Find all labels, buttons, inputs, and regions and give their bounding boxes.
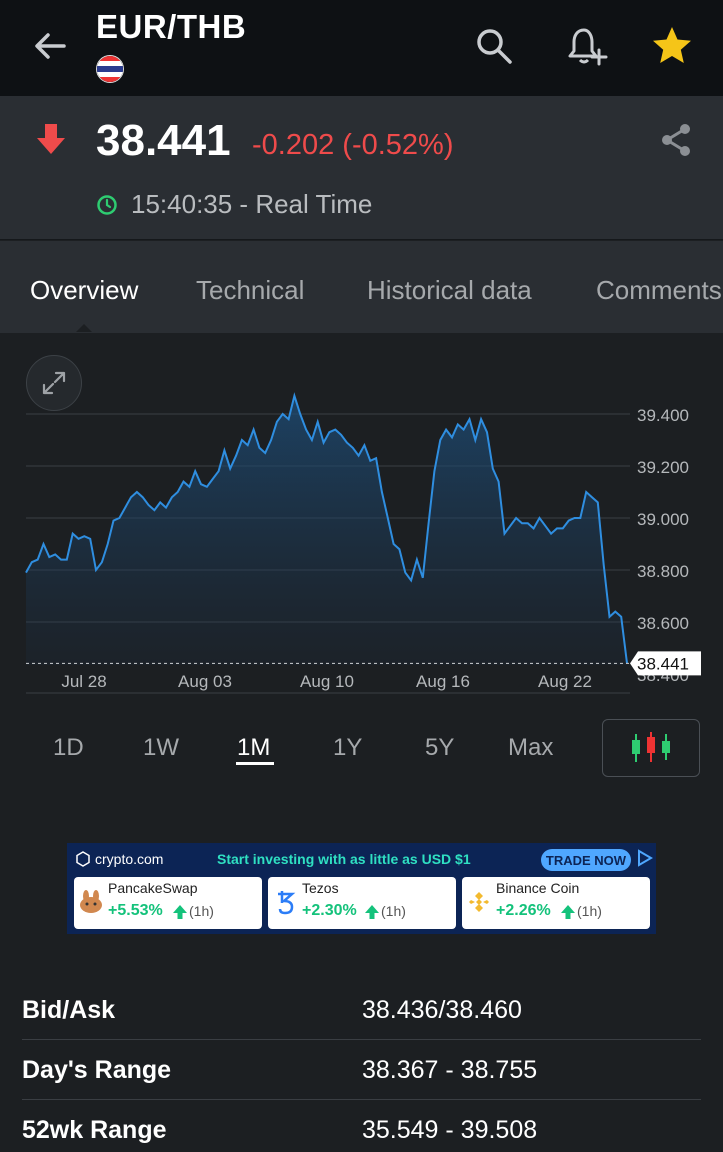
y-tick-label: 39.400 [637,406,689,425]
up-arrow-icon [365,905,379,919]
range-5y[interactable]: 5Y [425,734,454,762]
price-change: -0.202 (-0.52%) [252,129,454,161]
key-stats: Bid/Ask 38.436/38.460 Day's Range 38.367… [0,980,723,1152]
y-tick-label: 38.800 [637,562,689,581]
stat-label: Bid/Ask [22,996,116,1024]
stat-label: 52wk Range [22,1116,167,1144]
binance-coin-icon [469,892,489,912]
stat-row: 52wk Range 35.549 - 39.508 [22,1100,701,1152]
coin-period: (1h) [577,903,602,919]
bell-plus-icon [568,28,608,66]
candlestick-icon [632,732,670,762]
stat-value: 35.549 - 39.508 [362,1116,538,1144]
instrument-title: EUR/THB [96,8,247,45]
last-value-label: 38.441 [637,654,689,673]
expand-chart-button[interactable] [26,355,82,411]
favorite-button[interactable] [648,22,696,70]
add-alert-button[interactable] [562,22,610,70]
tezos-icon [278,891,296,915]
tab-historical-data[interactable]: Historical data [367,275,532,306]
stat-row: Day's Range 38.367 - 38.755 [22,1040,701,1100]
search-icon [477,29,512,64]
up-arrow-icon [173,905,187,919]
coin-change: +2.30% [302,902,357,919]
down-arrow-icon [37,124,65,154]
section-tabs: Overview Technical Historical data Comme… [0,241,723,333]
active-tab-indicator [76,324,92,332]
share-icon[interactable] [658,122,694,158]
last-price: 38.441 [96,116,231,165]
expand-icon [42,371,66,395]
stat-value: 38.367 - 38.755 [362,1056,538,1084]
x-tick-label: Aug 10 [300,672,354,691]
y-tick-label: 38.600 [637,614,689,633]
ad-coin-card[interactable]: Tezos +2.30% (1h) [268,877,456,929]
x-tick-label: Aug 03 [178,672,232,691]
tab-overview[interactable]: Overview [30,275,138,306]
pancakeswap-icon [80,890,102,913]
coin-change: +5.53% [108,902,163,919]
stat-value: 38.436/38.460 [362,996,522,1024]
clock-icon [97,195,117,215]
ad-coin-card[interactable]: Binance Coin +2.26% (1h) [462,877,650,929]
range-max[interactable]: Max [508,734,553,762]
coin-name: Binance Coin [496,880,580,896]
ad-coin-card[interactable]: PancakeSwap +5.53% (1h) [74,877,262,929]
quote-time: 15:40:35 - Real Time [131,189,373,219]
stat-row: Bid/Ask 38.436/38.460 [22,980,701,1040]
coin-change: +2.26% [496,902,551,919]
range-1m[interactable]: 1M [237,734,270,762]
back-button[interactable] [30,26,74,66]
coin-period: (1h) [189,903,214,919]
range-1y[interactable]: 1Y [333,734,362,762]
coin-period: (1h) [381,903,406,919]
x-tick-label: Jul 28 [61,672,106,691]
chart-svg: 39.40039.20039.00038.80038.60038.400Jul … [25,392,701,694]
tab-comments[interactable]: Comments [596,275,722,306]
ad-trade-now-button[interactable]: TRADE NOW [541,849,631,871]
crypto-com-logo-icon [76,851,90,867]
thailand-flag-icon [96,55,124,83]
x-tick-label: Aug 16 [416,672,470,691]
coin-name: Tezos [302,880,339,896]
range-1d[interactable]: 1D [53,734,84,762]
ad-brand: crypto.com [75,851,163,867]
active-range-underline [236,762,274,765]
ad-brand-text: crypto.com [95,851,164,867]
y-tick-label: 39.200 [637,458,689,477]
coin-name: PancakeSwap [108,880,198,896]
range-1w[interactable]: 1W [143,734,179,762]
ad-tagline: Start investing with as little as USD $1 [217,851,471,867]
back-arrow-icon [35,33,66,59]
ad-choices-icon[interactable] [637,849,653,867]
ad-banner[interactable]: crypto.com Start investing with as littl… [67,843,656,934]
stat-label: Day's Range [22,1056,172,1084]
candlestick-toggle-button[interactable] [602,719,700,777]
y-tick-label: 39.000 [637,510,689,529]
tab-technical[interactable]: Technical [196,275,304,306]
price-chart[interactable]: 39.400 39.200 39.000 38.800 38.600 38.400 Jul … [0,333,723,703]
quote-panel: 38.441 -0.202 (-0.52%) 15:40:35 - Real T… [0,96,723,240]
x-tick-label: Aug 22 [538,672,592,691]
top-bar: EUR/THB [0,0,723,96]
star-icon [653,27,691,63]
up-arrow-icon [561,905,575,919]
search-button[interactable] [470,22,518,70]
